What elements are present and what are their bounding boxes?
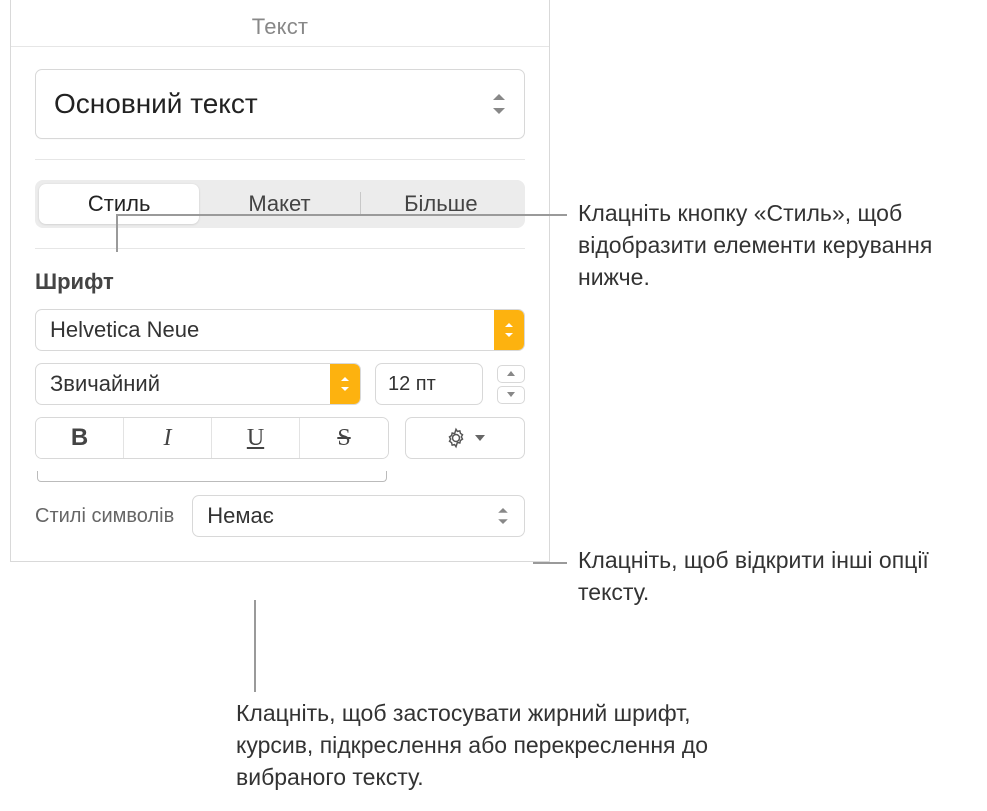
chevron-down-icon (475, 435, 485, 441)
panel-inner: Основний текст Стиль Макет Більше Шрифт … (11, 47, 549, 561)
font-section-label: Шрифт (35, 269, 525, 295)
callout-advanced: Клацніть, щоб відкрити інші опції тексту… (578, 544, 978, 608)
callout-leader (254, 600, 256, 692)
panel-title: Текст (11, 0, 549, 47)
callout-leader (116, 214, 567, 216)
tab-more[interactable]: Більше (361, 184, 521, 224)
triangle-down-icon (507, 392, 515, 397)
callout-leader (533, 562, 567, 564)
chevron-updown-icon (497, 508, 508, 524)
font-size-value: 12 пт (388, 373, 436, 396)
bracket-decoration (37, 471, 387, 487)
character-styles-value: Немає (207, 503, 274, 529)
separator (35, 248, 525, 249)
chevron-updown-icon (492, 94, 506, 114)
stepper-up-button[interactable] (497, 365, 525, 383)
select-arrow-icon (330, 364, 360, 404)
font-size-input[interactable]: 12 пт (375, 363, 483, 405)
callout-leader (116, 214, 118, 252)
strike-button[interactable]: S (300, 418, 388, 458)
gear-icon (445, 427, 467, 449)
text-inspector-panel: Текст Основний текст Стиль Макет Більше … (10, 0, 550, 562)
separator (35, 159, 525, 160)
stepper-down-button[interactable] (497, 386, 525, 404)
paragraph-style-value: Основний текст (54, 88, 258, 120)
font-variant-value: Звичайний (50, 371, 160, 397)
underline-button[interactable]: U (212, 418, 300, 458)
font-style-segment-group: B I U S (35, 417, 389, 459)
tab-layout[interactable]: Макет (199, 184, 359, 224)
font-family-value: Helvetica Neue (50, 317, 199, 343)
font-size-stepper (497, 363, 525, 405)
character-styles-label: Стилі символів (35, 505, 174, 528)
font-variant-select[interactable]: Звичайний (35, 363, 361, 405)
select-arrow-icon (494, 310, 524, 350)
text-tabs: Стиль Макет Більше (35, 180, 525, 228)
bold-button[interactable]: B (36, 418, 124, 458)
tab-style[interactable]: Стиль (39, 184, 199, 224)
font-family-select[interactable]: Helvetica Neue (35, 309, 525, 351)
callout-style-button: Клацніть кнопку «Стиль», щоб відобразити… (578, 197, 978, 294)
triangle-up-icon (507, 371, 515, 376)
callout-bius: Клацніть, щоб застосувати жирний шрифт, … (236, 697, 746, 794)
paragraph-style-dropdown[interactable]: Основний текст (35, 69, 525, 139)
italic-button[interactable]: I (124, 418, 212, 458)
advanced-options-button[interactable] (405, 417, 525, 459)
character-styles-select[interactable]: Немає (192, 495, 525, 537)
